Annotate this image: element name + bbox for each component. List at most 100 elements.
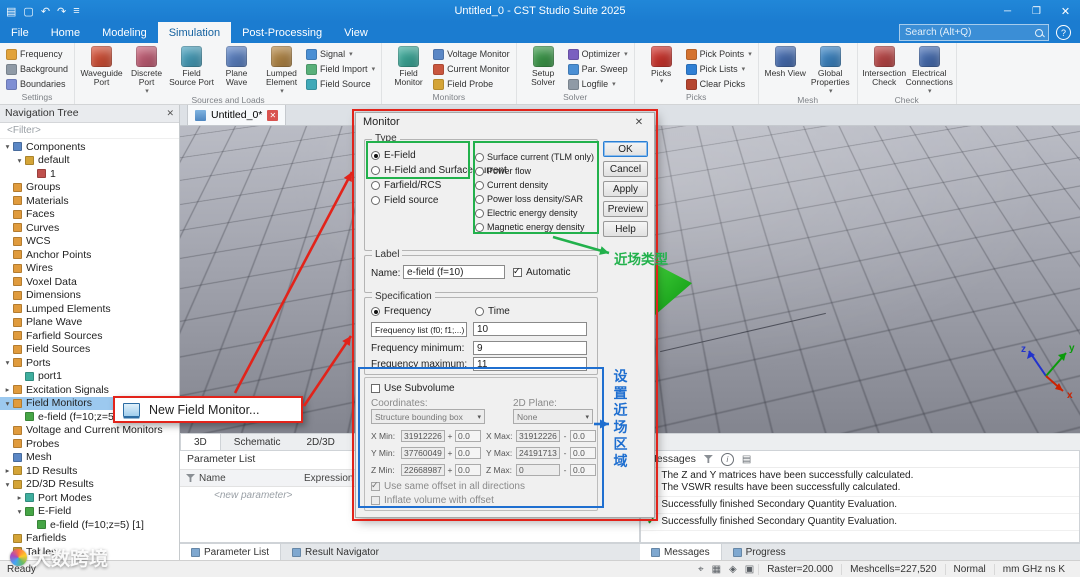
dialog-button-help[interactable]: Help bbox=[603, 221, 648, 237]
tab-close-icon[interactable]: ✕ bbox=[267, 110, 278, 121]
ribbon-button-background[interactable]: Background bbox=[4, 62, 70, 76]
redo-icon[interactable]: ↷ bbox=[57, 5, 66, 18]
frequency-list-dropdown[interactable]: Frequency list (f0; f1;...) ▾ bbox=[371, 322, 467, 337]
tree-item-groups[interactable]: Groups bbox=[0, 181, 179, 195]
view-tab-3d[interactable]: 3D bbox=[180, 434, 221, 450]
inflate-checkbox[interactable]: Inflate volume with offset bbox=[371, 495, 494, 506]
min-offset-input[interactable] bbox=[455, 464, 481, 476]
monitor-name-input[interactable] bbox=[403, 265, 505, 279]
ribbon-button-mesh-view[interactable]: Mesh View bbox=[763, 45, 808, 78]
tree-item-port1[interactable]: port1 bbox=[0, 370, 179, 384]
dialog-button-cancel[interactable]: Cancel bbox=[603, 161, 648, 177]
tree-item-dimensions[interactable]: Dimensions bbox=[0, 289, 179, 303]
tree-item-wires[interactable]: Wires bbox=[0, 262, 179, 276]
panel-tab-progress[interactable]: Progress bbox=[722, 544, 797, 560]
tree-item-wcs[interactable]: WCS bbox=[0, 235, 179, 249]
axes-icon[interactable]: ⌖ bbox=[694, 564, 708, 575]
frequency-minimum-input[interactable] bbox=[473, 341, 587, 355]
document-tab[interactable]: Untitled_0* ✕ bbox=[187, 104, 286, 125]
dialog-close-icon[interactable]: ✕ bbox=[631, 117, 647, 128]
grid-icon[interactable]: ▦ bbox=[708, 564, 725, 575]
view-tab-schematic[interactable]: Schematic bbox=[221, 434, 294, 450]
snap-icon[interactable]: ◈ bbox=[725, 564, 741, 575]
message-entry[interactable]: ✓The Z and Y matrices have been successf… bbox=[641, 468, 1079, 497]
frequency-list-input[interactable] bbox=[473, 322, 587, 336]
tree-item-voltage-and-current-monitors[interactable]: Voltage and Current Monitors bbox=[0, 424, 179, 438]
menu-tab-file[interactable]: File bbox=[0, 22, 40, 43]
close-icon[interactable]: ✕ bbox=[1051, 0, 1080, 22]
max-offset-input[interactable] bbox=[570, 447, 596, 459]
ribbon-button-lumped-element[interactable]: Lumped Element▾ bbox=[259, 45, 304, 95]
tree-item-excitation-signals[interactable]: ▸Excitation Signals bbox=[0, 383, 179, 397]
tree-item-faces[interactable]: Faces bbox=[0, 208, 179, 222]
radio-field-source[interactable]: Field source bbox=[371, 195, 438, 206]
ribbon-button-field-source[interactable]: Field Source bbox=[304, 77, 377, 91]
tree-item-farfields[interactable]: Farfields bbox=[0, 532, 179, 546]
max-input[interactable] bbox=[516, 430, 560, 442]
frequency-maximum-input[interactable] bbox=[473, 357, 587, 371]
message-entry[interactable]: ✓Successfully finished Secondary Quantit… bbox=[641, 514, 1079, 531]
min-input[interactable] bbox=[401, 447, 445, 459]
max-input[interactable] bbox=[516, 447, 560, 459]
radio-power-flow[interactable]: Power flow bbox=[475, 166, 531, 176]
panel-tab-messages[interactable]: Messages bbox=[640, 544, 722, 560]
min-offset-input[interactable] bbox=[455, 430, 481, 442]
expand-icon[interactable]: ▸ bbox=[3, 385, 12, 394]
tree-item-materials[interactable]: Materials bbox=[0, 194, 179, 208]
dialog-title-bar[interactable]: Monitor ✕ bbox=[356, 113, 654, 131]
min-offset-input[interactable] bbox=[455, 447, 481, 459]
panel-tab-result-navigator[interactable]: Result Navigator bbox=[281, 544, 390, 560]
expand-icon[interactable]: ▸ bbox=[3, 466, 12, 475]
menu-tab-home[interactable]: Home bbox=[40, 22, 91, 43]
ribbon-button-voltage-monitor[interactable]: Voltage Monitor bbox=[431, 47, 512, 61]
tree-item-1[interactable]: 1 bbox=[0, 167, 179, 181]
tree-item-lumped-elements[interactable]: Lumped Elements bbox=[0, 302, 179, 316]
view-tab-2d-3d[interactable]: 2D/3D bbox=[293, 434, 347, 450]
ribbon-button-field-source-port[interactable]: Field Source Port bbox=[169, 45, 214, 88]
column-header-name[interactable]: Name bbox=[180, 470, 298, 486]
menu-tab-view[interactable]: View bbox=[333, 22, 379, 43]
ribbon-button-discrete-port[interactable]: Discrete Port▾ bbox=[124, 45, 169, 95]
tree-item-1d-results[interactable]: ▸1D Results bbox=[0, 464, 179, 478]
tree-item-port-modes[interactable]: ▸Port Modes bbox=[0, 491, 179, 505]
view-icon[interactable]: ▣ bbox=[741, 564, 758, 575]
save-icon[interactable]: ▤ bbox=[6, 5, 16, 18]
collapse-icon[interactable]: ▾ bbox=[15, 156, 24, 165]
ribbon-button-clear-picks[interactable]: Clear Picks bbox=[684, 77, 754, 91]
maximize-icon[interactable]: ❐ bbox=[1022, 0, 1051, 22]
tree-item-probes[interactable]: Probes bbox=[0, 437, 179, 451]
search-input[interactable]: Search (Alt+Q) bbox=[899, 24, 1049, 41]
tree-filter-input[interactable]: <Filter> bbox=[0, 123, 179, 139]
min-input[interactable] bbox=[401, 430, 445, 442]
ribbon-button-picks[interactable]: Picks▾ bbox=[639, 45, 684, 86]
time-radio[interactable]: Time bbox=[475, 306, 510, 317]
tree-item-ports[interactable]: ▾Ports bbox=[0, 356, 179, 370]
tree-item-curves[interactable]: Curves bbox=[0, 221, 179, 235]
max-offset-input[interactable] bbox=[570, 464, 596, 476]
tree-item-components[interactable]: ▾Components bbox=[0, 140, 179, 154]
ribbon-button-setup-solver[interactable]: Setup Solver bbox=[521, 45, 566, 88]
context-menu-new-field-monitor[interactable]: New Field Monitor... bbox=[113, 396, 303, 423]
ribbon-button-field-monitor[interactable]: Field Monitor bbox=[386, 45, 431, 88]
coordinates-dropdown[interactable]: Structure bounding box ▾ bbox=[371, 409, 485, 424]
ribbon-button-global-properties[interactable]: Global Properties▾ bbox=[808, 45, 853, 95]
ribbon-button-plane-wave[interactable]: Plane Wave bbox=[214, 45, 259, 88]
message-entry[interactable]: ✓Successfully finished Secondary Quantit… bbox=[641, 497, 1079, 514]
help-icon[interactable]: ? bbox=[1056, 25, 1071, 40]
open-icon[interactable]: ▢ bbox=[23, 5, 33, 18]
ribbon-button-electrical-connections[interactable]: Electrical Connections▾ bbox=[907, 45, 952, 95]
menu-tab-modeling[interactable]: Modeling bbox=[91, 22, 158, 43]
info-icon[interactable]: i bbox=[721, 453, 734, 466]
automatic-checkbox[interactable]: Automatic bbox=[513, 267, 570, 278]
dialog-button-preview[interactable]: Preview bbox=[603, 201, 648, 217]
radio-e-field[interactable]: E-Field bbox=[371, 150, 416, 161]
radio-electric-energy-density[interactable]: Electric energy density bbox=[475, 208, 578, 218]
export-icon[interactable]: ▤ bbox=[742, 454, 751, 465]
ribbon-button-field-probe[interactable]: Field Probe bbox=[431, 77, 512, 91]
radio-farfield-rcs[interactable]: Farfield/RCS bbox=[371, 180, 441, 191]
radio-current-density[interactable]: Current density bbox=[475, 180, 548, 190]
filter-icon[interactable] bbox=[704, 455, 713, 463]
ribbon-button-frequency[interactable]: Frequency bbox=[4, 47, 70, 61]
tree-item-2d-3d-results[interactable]: ▾2D/3D Results bbox=[0, 478, 179, 492]
max-offset-input[interactable] bbox=[570, 430, 596, 442]
